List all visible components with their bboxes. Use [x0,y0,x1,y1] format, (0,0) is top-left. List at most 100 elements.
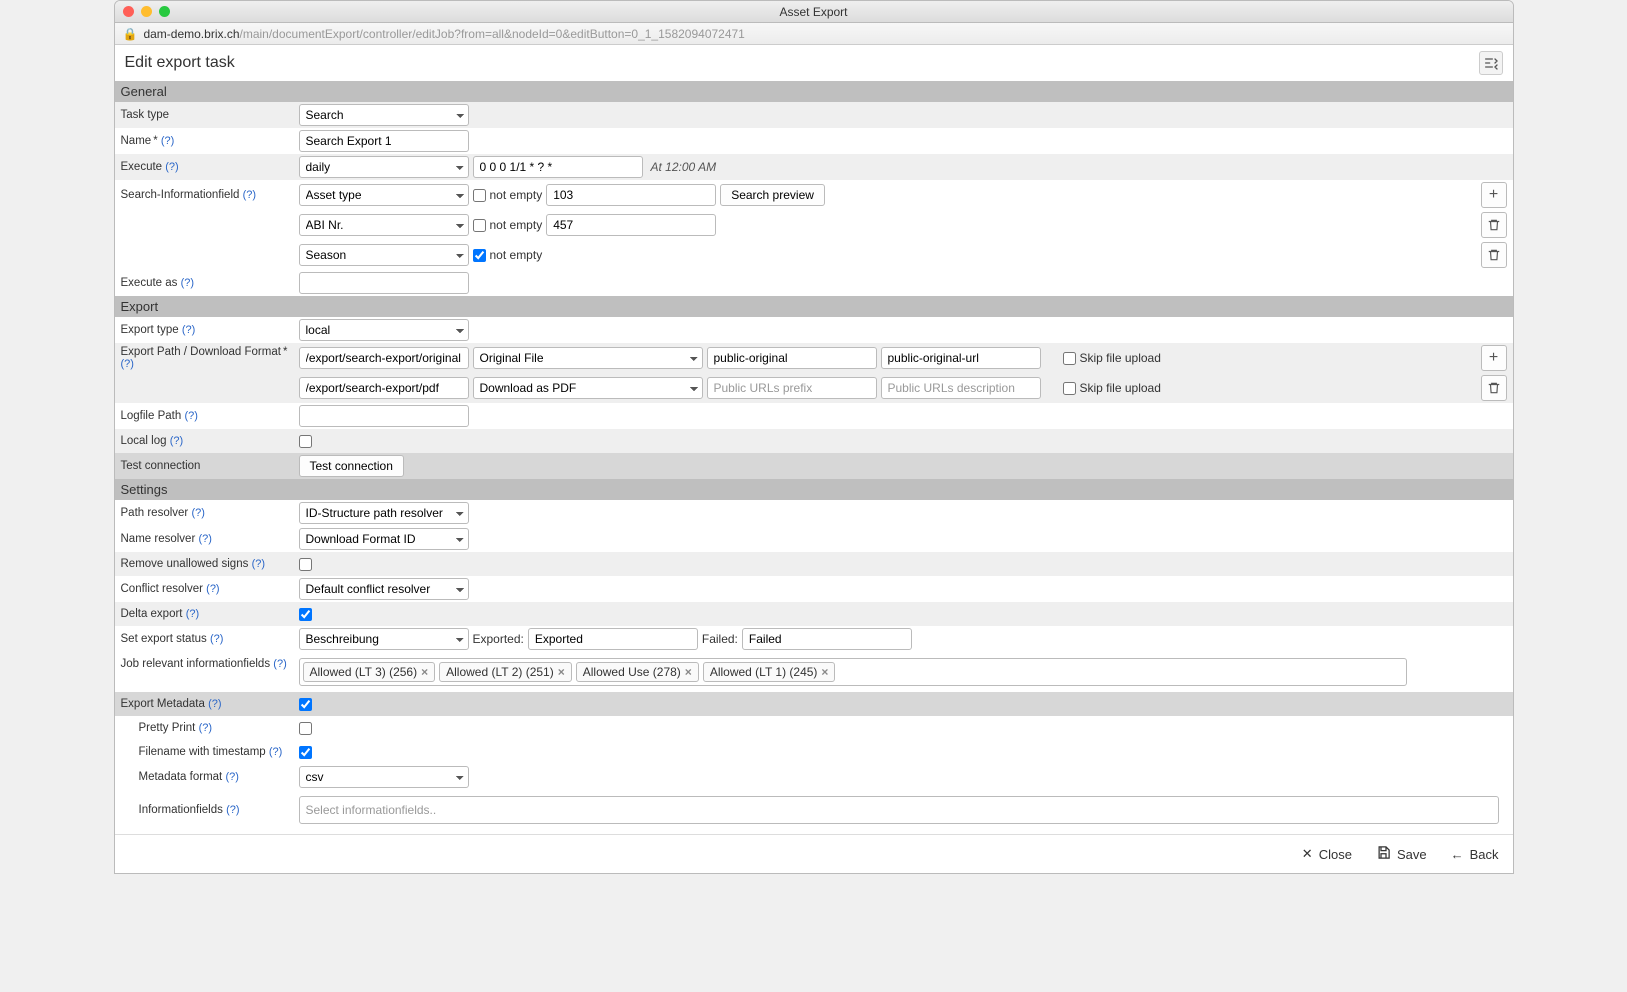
help-remove-unallowed[interactable]: (?) [252,558,265,570]
help-job-relevant[interactable]: (?) [273,658,286,670]
config-icon[interactable] [1479,51,1503,75]
export-desc-0[interactable] [881,347,1041,369]
export-path-1[interactable] [299,377,469,399]
pretty-print-checkbox[interactable] [299,722,312,735]
help-execute-as[interactable]: (?) [181,277,194,289]
add-search-field-button[interactable]: + [1481,182,1507,208]
url-host: dam-demo.brix.ch [143,27,239,41]
test-connection-button[interactable]: Test connection [299,455,404,477]
path-resolver-select[interactable]: ID-Structure path resolver [299,502,469,524]
export-format-1[interactable]: Download as PDF [473,377,703,399]
skip-label-1: Skip file upload [1080,381,1161,395]
help-informationfields[interactable]: (?) [226,804,239,816]
name-input[interactable] [299,130,469,152]
name-resolver-select[interactable]: Download Format ID [299,528,469,550]
tag-2-remove[interactable]: × [685,665,692,679]
exported-input[interactable] [528,628,698,650]
search-field-1-notempty[interactable] [473,219,486,232]
search-field-2-select[interactable]: Season [299,244,469,266]
search-field-1-select[interactable]: ABI Nr. [299,214,469,236]
label-export-metadata: Export Metadata (?) [121,698,299,710]
export-type-select[interactable]: local [299,319,469,341]
delete-search-field-1-button[interactable] [1481,212,1507,238]
help-export-type[interactable]: (?) [182,324,195,336]
label-local-log: Local log (?) [121,435,299,447]
export-desc-1[interactable] [881,377,1041,399]
help-filename-ts[interactable]: (?) [269,746,282,758]
notempty-label-1: not empty [490,218,543,232]
label-execute: Execute (?) [121,161,299,173]
search-field-0-value[interactable] [546,184,716,206]
skip-label-0: Skip file upload [1080,351,1161,365]
label-search-info: Search-Informationfield (?) [121,189,299,201]
execute-as-input[interactable] [299,272,469,294]
help-search-info[interactable]: (?) [243,189,256,201]
back-button[interactable]: ← Back [1451,847,1499,862]
section-export: Export [115,296,1513,317]
execute-freq-select[interactable]: daily [299,156,469,178]
window-title: Asset Export [115,5,1513,19]
search-preview-button[interactable]: Search preview [720,184,825,206]
save-button[interactable]: Save [1376,845,1427,863]
search-field-0-notempty[interactable] [473,189,486,202]
label-job-relevant: Job relevant informationfields (?) [121,658,299,670]
help-set-export-status[interactable]: (?) [210,633,223,645]
task-type-select[interactable]: Search [299,104,469,126]
logfile-input[interactable] [299,405,469,427]
status-field-select[interactable]: Beschreibung [299,628,469,650]
label-informationfields: Informationfields (?) [121,804,299,816]
help-delta-export[interactable]: (?) [186,608,199,620]
delta-export-checkbox[interactable] [299,608,312,621]
save-icon [1376,845,1391,863]
notempty-label-0: not empty [490,188,543,202]
conflict-resolver-select[interactable]: Default conflict resolver [299,578,469,600]
skip-upload-0[interactable] [1063,352,1076,365]
skip-upload-1[interactable] [1063,382,1076,395]
section-general: General [115,81,1513,102]
help-export-metadata[interactable]: (?) [208,698,221,710]
label-set-export-status: Set export status (?) [121,633,299,645]
export-prefix-1[interactable] [707,377,877,399]
add-export-path-button[interactable]: + [1481,345,1507,371]
help-local-log[interactable]: (?) [170,435,183,447]
tags-input[interactable]: Allowed (LT 3) (256)× Allowed (LT 2) (25… [299,658,1407,686]
tag-0-remove[interactable]: × [421,665,428,679]
help-metadata-format[interactable]: (?) [225,771,238,783]
tag-0: Allowed (LT 3) (256)× [303,662,436,682]
back-arrow-icon: ← [1451,847,1464,862]
tag-1-remove[interactable]: × [558,665,565,679]
search-field-0-select[interactable]: Asset type [299,184,469,206]
help-conflict-resolver[interactable]: (?) [206,583,219,595]
tag-3-remove[interactable]: × [821,665,828,679]
export-format-0[interactable]: Original File [473,347,703,369]
titlebar: Asset Export [115,1,1513,23]
delete-search-field-2-button[interactable] [1481,242,1507,268]
label-execute-as: Execute as (?) [121,277,299,289]
export-prefix-0[interactable] [707,347,877,369]
page-title: Edit export task [125,54,235,72]
help-path-resolver[interactable]: (?) [191,507,204,519]
help-execute[interactable]: (?) [165,161,178,173]
informationfields-input[interactable]: Select informationfields.. [299,796,1499,824]
label-pretty-print: Pretty Print (?) [121,722,299,734]
failed-input[interactable] [742,628,912,650]
tag-3: Allowed (LT 1) (245)× [703,662,836,682]
help-name[interactable]: (?) [161,135,174,147]
search-field-1-value[interactable] [546,214,716,236]
close-button[interactable]: ✕ Close [1302,846,1352,862]
filename-ts-checkbox[interactable] [299,746,312,759]
delete-export-path-1-button[interactable] [1481,375,1507,401]
help-logfile[interactable]: (?) [184,410,197,422]
lock-icon: 🔒 [123,27,138,41]
metadata-format-select[interactable]: csv [299,766,469,788]
local-log-checkbox[interactable] [299,435,312,448]
export-metadata-checkbox[interactable] [299,698,312,711]
label-conflict-resolver: Conflict resolver (?) [121,583,299,595]
search-field-2-notempty[interactable] [473,249,486,262]
cron-input[interactable] [473,156,643,178]
help-pretty-print[interactable]: (?) [199,722,212,734]
export-path-0[interactable] [299,347,469,369]
help-export-path[interactable]: (?) [121,358,134,370]
help-name-resolver[interactable]: (?) [198,533,211,545]
remove-unallowed-checkbox[interactable] [299,558,312,571]
